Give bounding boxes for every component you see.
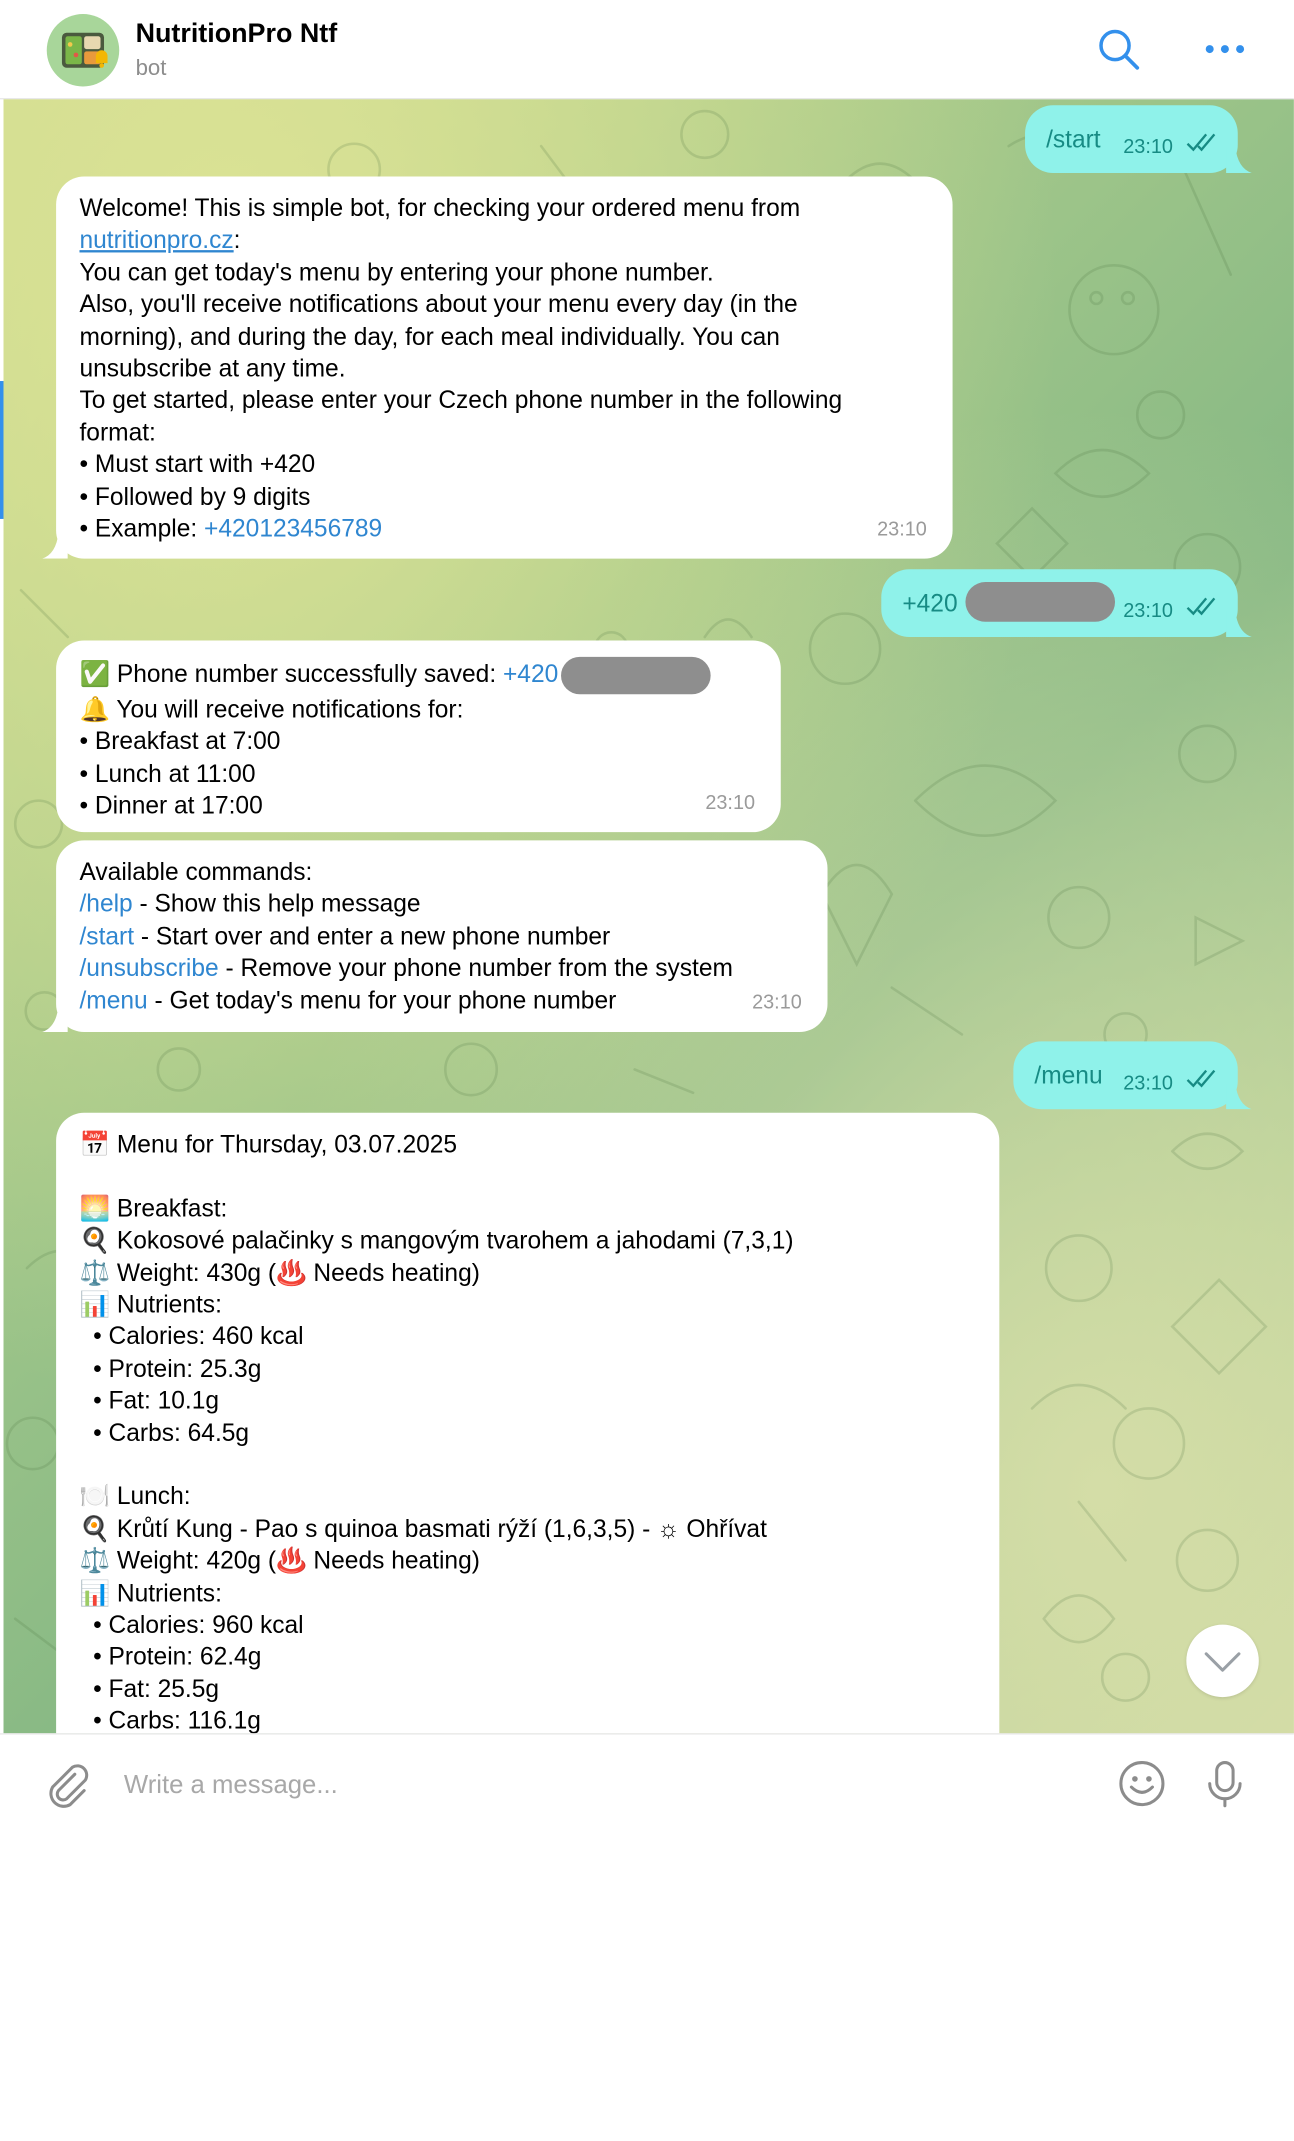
message-line: • Example: +420123456789: [79, 513, 929, 545]
incoming-message-phone-saved[interactable]: ✅ Phone number successfully saved: +420 …: [56, 640, 781, 833]
menu-line: ⚖️ Weight: 420g (♨️ Needs heating): [79, 1547, 480, 1575]
command-line: /unsubscribe - Remove your phone number …: [79, 953, 804, 985]
menu-line: [79, 1161, 975, 1193]
command-line: /start - Start over and enter a new phon…: [79, 921, 804, 953]
message-composer: [0, 1733, 1294, 1833]
redacted-phone-digits: [560, 656, 711, 695]
message-line: Also, you'll receive notifications about…: [79, 291, 798, 319]
saved-phone-link[interactable]: +420: [503, 661, 558, 688]
double-check-icon: [1186, 1069, 1216, 1088]
saved-label: ✅ Phone number successfully saved:: [79, 661, 503, 688]
menu-line: • Protein: 62.4g: [79, 1643, 262, 1671]
message-text: +420: [902, 590, 958, 618]
message-line: To get started, please enter your Czech …: [79, 387, 843, 415]
message-time: 23:10: [705, 790, 756, 814]
message-time: 23:10: [1123, 1071, 1173, 1094]
menu-line: 🌅 Breakfast:: [79, 1195, 228, 1223]
menu-line: 🍽️ Lunch:: [79, 1483, 191, 1511]
menu-line: 🍳 Kokosové palačinky s mangovým tvarohem…: [79, 1227, 794, 1255]
menu-content: 📅 Menu for Thursday, 03.07.2025 🌅 Breakfa…: [79, 1129, 975, 1733]
message-line: morning), and during the day, for each m…: [79, 323, 780, 351]
more-icon[interactable]: [1202, 26, 1249, 73]
message-line: • Must start with +420: [79, 451, 316, 479]
message-line: • Followed by 9 digits: [79, 483, 311, 511]
bubble-tail: [1226, 611, 1252, 637]
message-line: nutritionpro.cz:: [79, 225, 929, 257]
menu-line: ⚖️ Weight: 430g (♨️ Needs heating): [79, 1259, 480, 1287]
menu-line: • Calories: 960 kcal: [79, 1611, 304, 1639]
command-description: - Get today's menu for your phone number: [147, 987, 617, 1015]
message-text: /menu: [1034, 1062, 1103, 1090]
menu-line: 🍳 Krůtí Kung - Pao s quinoa basmati rýží…: [79, 1515, 767, 1543]
unsubscribe-command-link[interactable]: /unsubscribe: [79, 955, 218, 982]
scroll-to-bottom-button[interactable]: [1186, 1624, 1259, 1698]
message-time: 23:10: [1123, 599, 1173, 622]
menu-line: • Fat: 25.5g: [79, 1675, 220, 1703]
menu-command-link[interactable]: /menu: [79, 987, 147, 1014]
bubble-tail: [42, 1006, 68, 1033]
menu-line: • Fat: 10.1g: [79, 1387, 220, 1415]
website-link[interactable]: nutritionpro.cz: [79, 227, 233, 254]
message-line: You can get today's menu by entering you…: [79, 259, 714, 287]
chat-title[interactable]: NutritionPro Ntf: [136, 18, 338, 50]
menu-line: [79, 1449, 975, 1481]
menu-line: • Carbs: 116.1g: [79, 1707, 261, 1734]
message-text: /start: [1046, 126, 1101, 154]
start-command-link[interactable]: /start: [79, 923, 134, 950]
link-suffix: :: [233, 227, 241, 255]
message-line: Welcome! This is simple bot, for checkin…: [79, 195, 801, 223]
menu-line: • Protein: 25.3g: [79, 1355, 262, 1383]
menu-line: 📅 Menu for Thursday, 03.07.2025: [79, 1131, 458, 1159]
outgoing-message-menu[interactable]: /menu 23:10: [1013, 1041, 1252, 1110]
attach-icon[interactable]: [40, 1758, 91, 1809]
command-description: - Start over and enter a new phone numbe…: [134, 923, 611, 951]
chevron-down-icon: [1204, 1652, 1241, 1672]
emoji-icon[interactable]: [1116, 1758, 1167, 1809]
menu-line: 📊 Nutrients:: [79, 1579, 222, 1607]
lunchbox-icon: [61, 32, 108, 68]
message-time: 23:10: [1123, 135, 1173, 158]
chat-area[interactable]: /start 23:10 Welcome! This is simple bot…: [3, 99, 1294, 1734]
message-line: • Breakfast at 7:00: [79, 728, 281, 756]
command-description: - Show this help message: [132, 891, 421, 918]
incoming-message-welcome[interactable]: Welcome! This is simple bot, for checkin…: [42, 176, 953, 559]
message-line: format:: [79, 419, 156, 447]
message-line: Available commands:: [79, 859, 313, 886]
outgoing-message-phone[interactable]: +420 23:10: [881, 569, 1252, 637]
chat-header: NutritionPro Ntf bot: [0, 0, 1294, 100]
bubble-tail: [1226, 1083, 1252, 1110]
bubble-tail: [42, 532, 68, 559]
incoming-message-commands[interactable]: Available commands: /help - Show this he…: [42, 840, 828, 1033]
double-check-icon: [1186, 597, 1216, 616]
redacted-phone-digits: [965, 582, 1116, 622]
message-line: • Lunch at 11:00: [79, 760, 256, 788]
menu-line: • Carbs: 64.5g: [79, 1419, 250, 1447]
example-phone-link[interactable]: +420123456789: [204, 516, 382, 543]
command-line: /menu - Get today's menu for your phone …: [79, 985, 804, 1017]
telegram-window: NutritionPro Ntf bot /start 23:10 Welcom…: [0, 0, 1294, 2141]
message-line: ✅ Phone number successfully saved: +420: [79, 656, 757, 695]
incoming-message-daily-menu[interactable]: 📅 Menu for Thursday, 03.07.2025 🌅 Breakfa…: [56, 1112, 1000, 1734]
menu-line: 📊 Nutrients:: [79, 1291, 222, 1319]
message-time: 23:10: [877, 517, 927, 540]
command-description: - Remove your phone number from the syst…: [218, 955, 733, 983]
bubble-tail: [1226, 147, 1252, 173]
double-check-icon: [1186, 133, 1216, 152]
message-line: 🔔 You will receive notifications for:: [79, 696, 464, 724]
message-input[interactable]: [121, 1760, 1085, 1810]
command-line: /help - Show this help message: [79, 889, 804, 921]
bot-avatar[interactable]: [46, 14, 120, 87]
menu-line: • Calories: 460 kcal: [79, 1323, 304, 1351]
search-icon[interactable]: [1095, 26, 1142, 73]
outgoing-message-start[interactable]: /start 23:10: [1025, 105, 1252, 173]
example-label: • Example:: [79, 515, 205, 543]
message-line: unsubscribe at any time.: [79, 355, 346, 383]
help-command-link[interactable]: /help: [79, 891, 132, 918]
chat-status: bot: [135, 56, 167, 81]
microphone-icon[interactable]: [1199, 1758, 1250, 1809]
message-time: 23:10: [752, 990, 802, 1013]
message-line: • Dinner at 17:00: [79, 792, 263, 820]
